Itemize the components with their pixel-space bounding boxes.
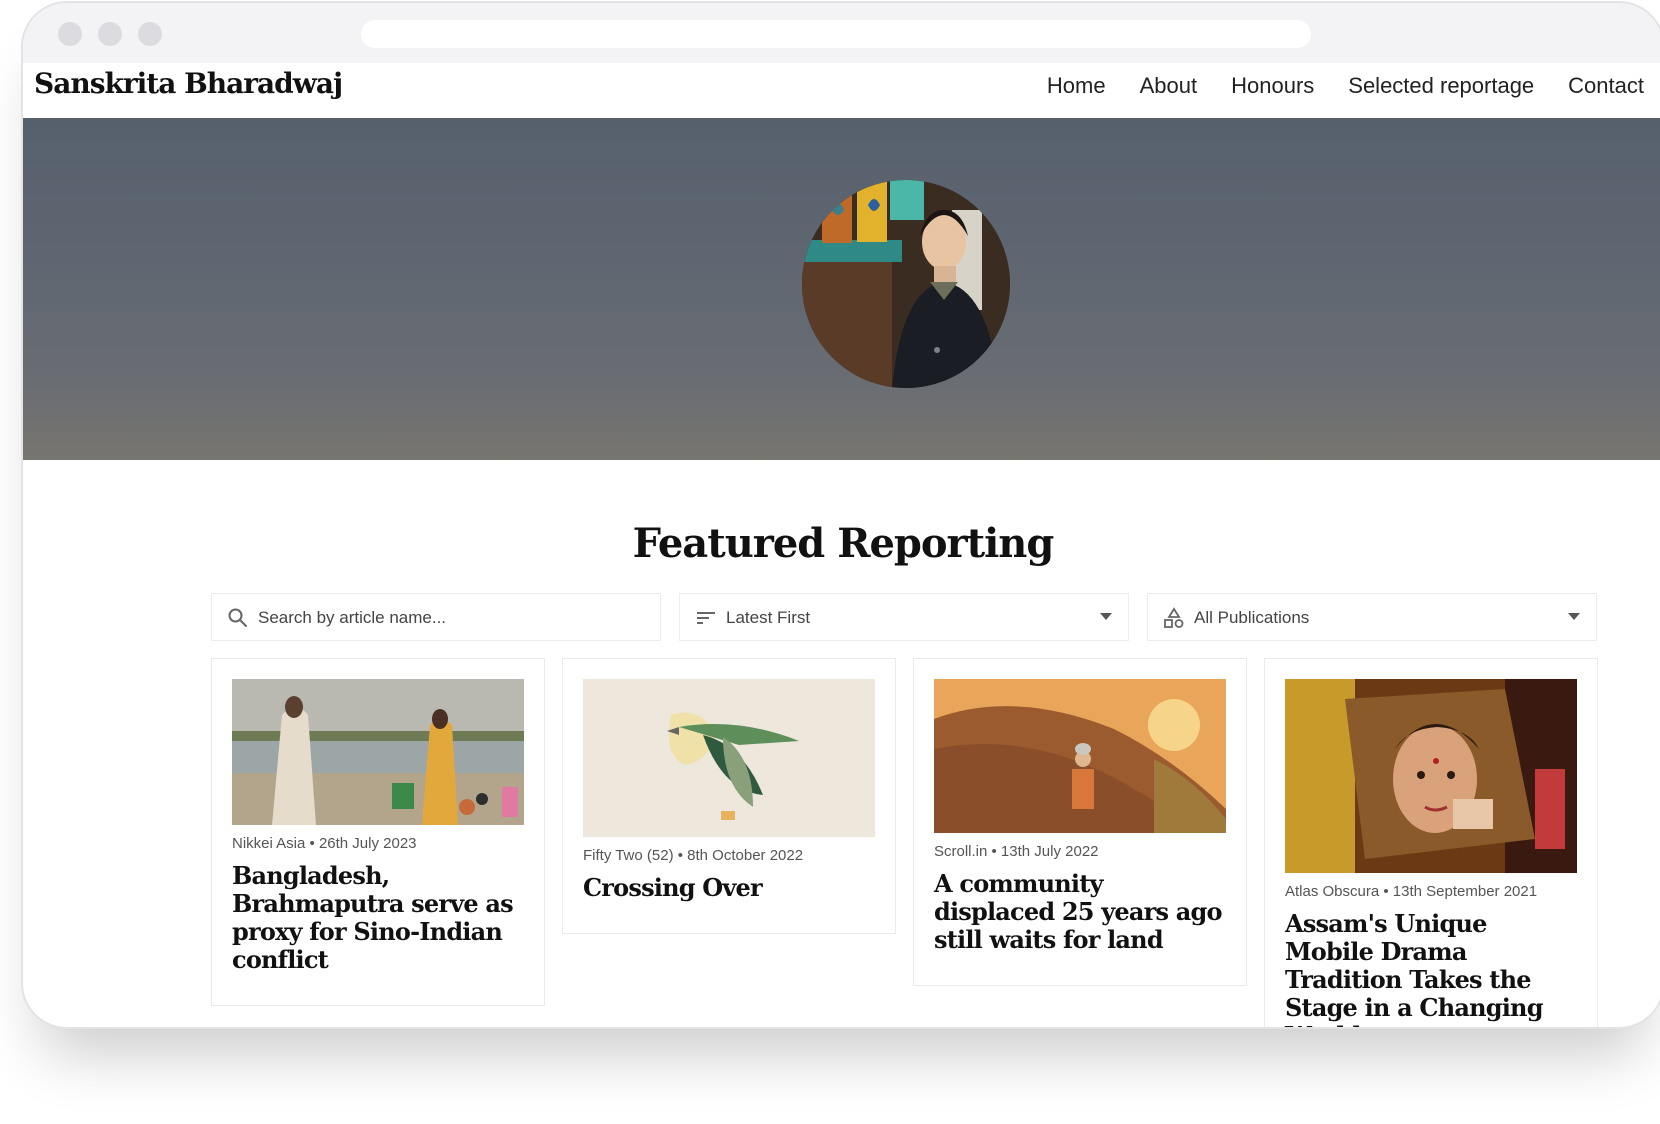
hero-banner xyxy=(23,118,1660,460)
main-nav: Home About Honours Selected reportage Co… xyxy=(1047,73,1644,99)
browser-titlebar xyxy=(23,3,1660,63)
nav-about[interactable]: About xyxy=(1140,73,1198,99)
article-meta: Nikkei Asia • 26th July 2023 xyxy=(232,835,417,852)
article-meta: Atlas Obscura • 13th September 2021 xyxy=(1285,883,1538,900)
article-title[interactable]: Bangladesh, Brahmaputra serve as proxy f… xyxy=(232,862,522,974)
article-thumbnail[interactable] xyxy=(232,679,524,825)
article-title[interactable]: Crossing Over xyxy=(583,874,873,902)
article-thumbnail[interactable] xyxy=(583,679,875,837)
window-close-dot[interactable] xyxy=(58,22,82,46)
article-meta: Scroll.in • 13th July 2022 xyxy=(934,843,1099,860)
window-minimize-dot[interactable] xyxy=(98,22,122,46)
chevron-down-icon xyxy=(1100,613,1112,620)
chevron-down-icon xyxy=(1568,613,1580,620)
search-input[interactable] xyxy=(258,608,638,628)
site-brand[interactable]: Sanskrita Bharadwaj xyxy=(34,67,343,100)
search-icon xyxy=(228,608,247,627)
mirror-makeup-image xyxy=(1285,679,1577,873)
window-zoom-dot[interactable] xyxy=(138,22,162,46)
shapes-icon xyxy=(1164,607,1184,628)
sort-select[interactable]: Latest First xyxy=(679,593,1129,641)
nav-contact[interactable]: Contact xyxy=(1568,73,1644,99)
nav-home[interactable]: Home xyxy=(1047,73,1106,99)
portrait-image xyxy=(802,180,1010,388)
article-thumbnail[interactable] xyxy=(1285,679,1577,873)
article-thumbnail[interactable] xyxy=(934,679,1226,833)
article-title[interactable]: A community displaced 25 years ago still… xyxy=(934,870,1224,954)
bird-illustration-image xyxy=(583,679,875,837)
site-header: Sanskrita Bharadwaj Home About Honours S… xyxy=(23,63,1660,118)
avatar xyxy=(802,180,1010,388)
article-card[interactable]: Atlas Obscura • 13th September 2021 Assa… xyxy=(1264,658,1598,1028)
article-card[interactable]: Fifty Two (52) • 8th October 2022 Crossi… xyxy=(562,658,896,934)
sort-selected-label: Latest First xyxy=(726,608,811,627)
address-bar[interactable] xyxy=(361,20,1311,48)
publication-selected-label: All Publications xyxy=(1194,608,1310,627)
browser-window: Sanskrita Bharadwaj Home About Honours S… xyxy=(21,1,1660,1029)
river-scene-image xyxy=(232,679,524,825)
article-card[interactable]: Nikkei Asia • 26th July 2023 Bangladesh,… xyxy=(211,658,545,1006)
article-meta: Fifty Two (52) • 8th October 2022 xyxy=(583,847,804,864)
sort-lines-icon xyxy=(697,612,715,624)
section-title: Featured Reporting xyxy=(632,520,1055,567)
hill-illustration-image xyxy=(934,679,1226,833)
publication-select[interactable]: All Publications xyxy=(1147,593,1597,641)
nav-selected-reportage[interactable]: Selected reportage xyxy=(1348,73,1534,99)
search-field[interactable] xyxy=(211,593,661,641)
article-card[interactable]: Scroll.in • 13th July 2022 A community d… xyxy=(913,658,1247,986)
nav-honours[interactable]: Honours xyxy=(1231,73,1314,99)
article-title[interactable]: Assam's Unique Mobile Drama Tradition Ta… xyxy=(1285,910,1575,1028)
